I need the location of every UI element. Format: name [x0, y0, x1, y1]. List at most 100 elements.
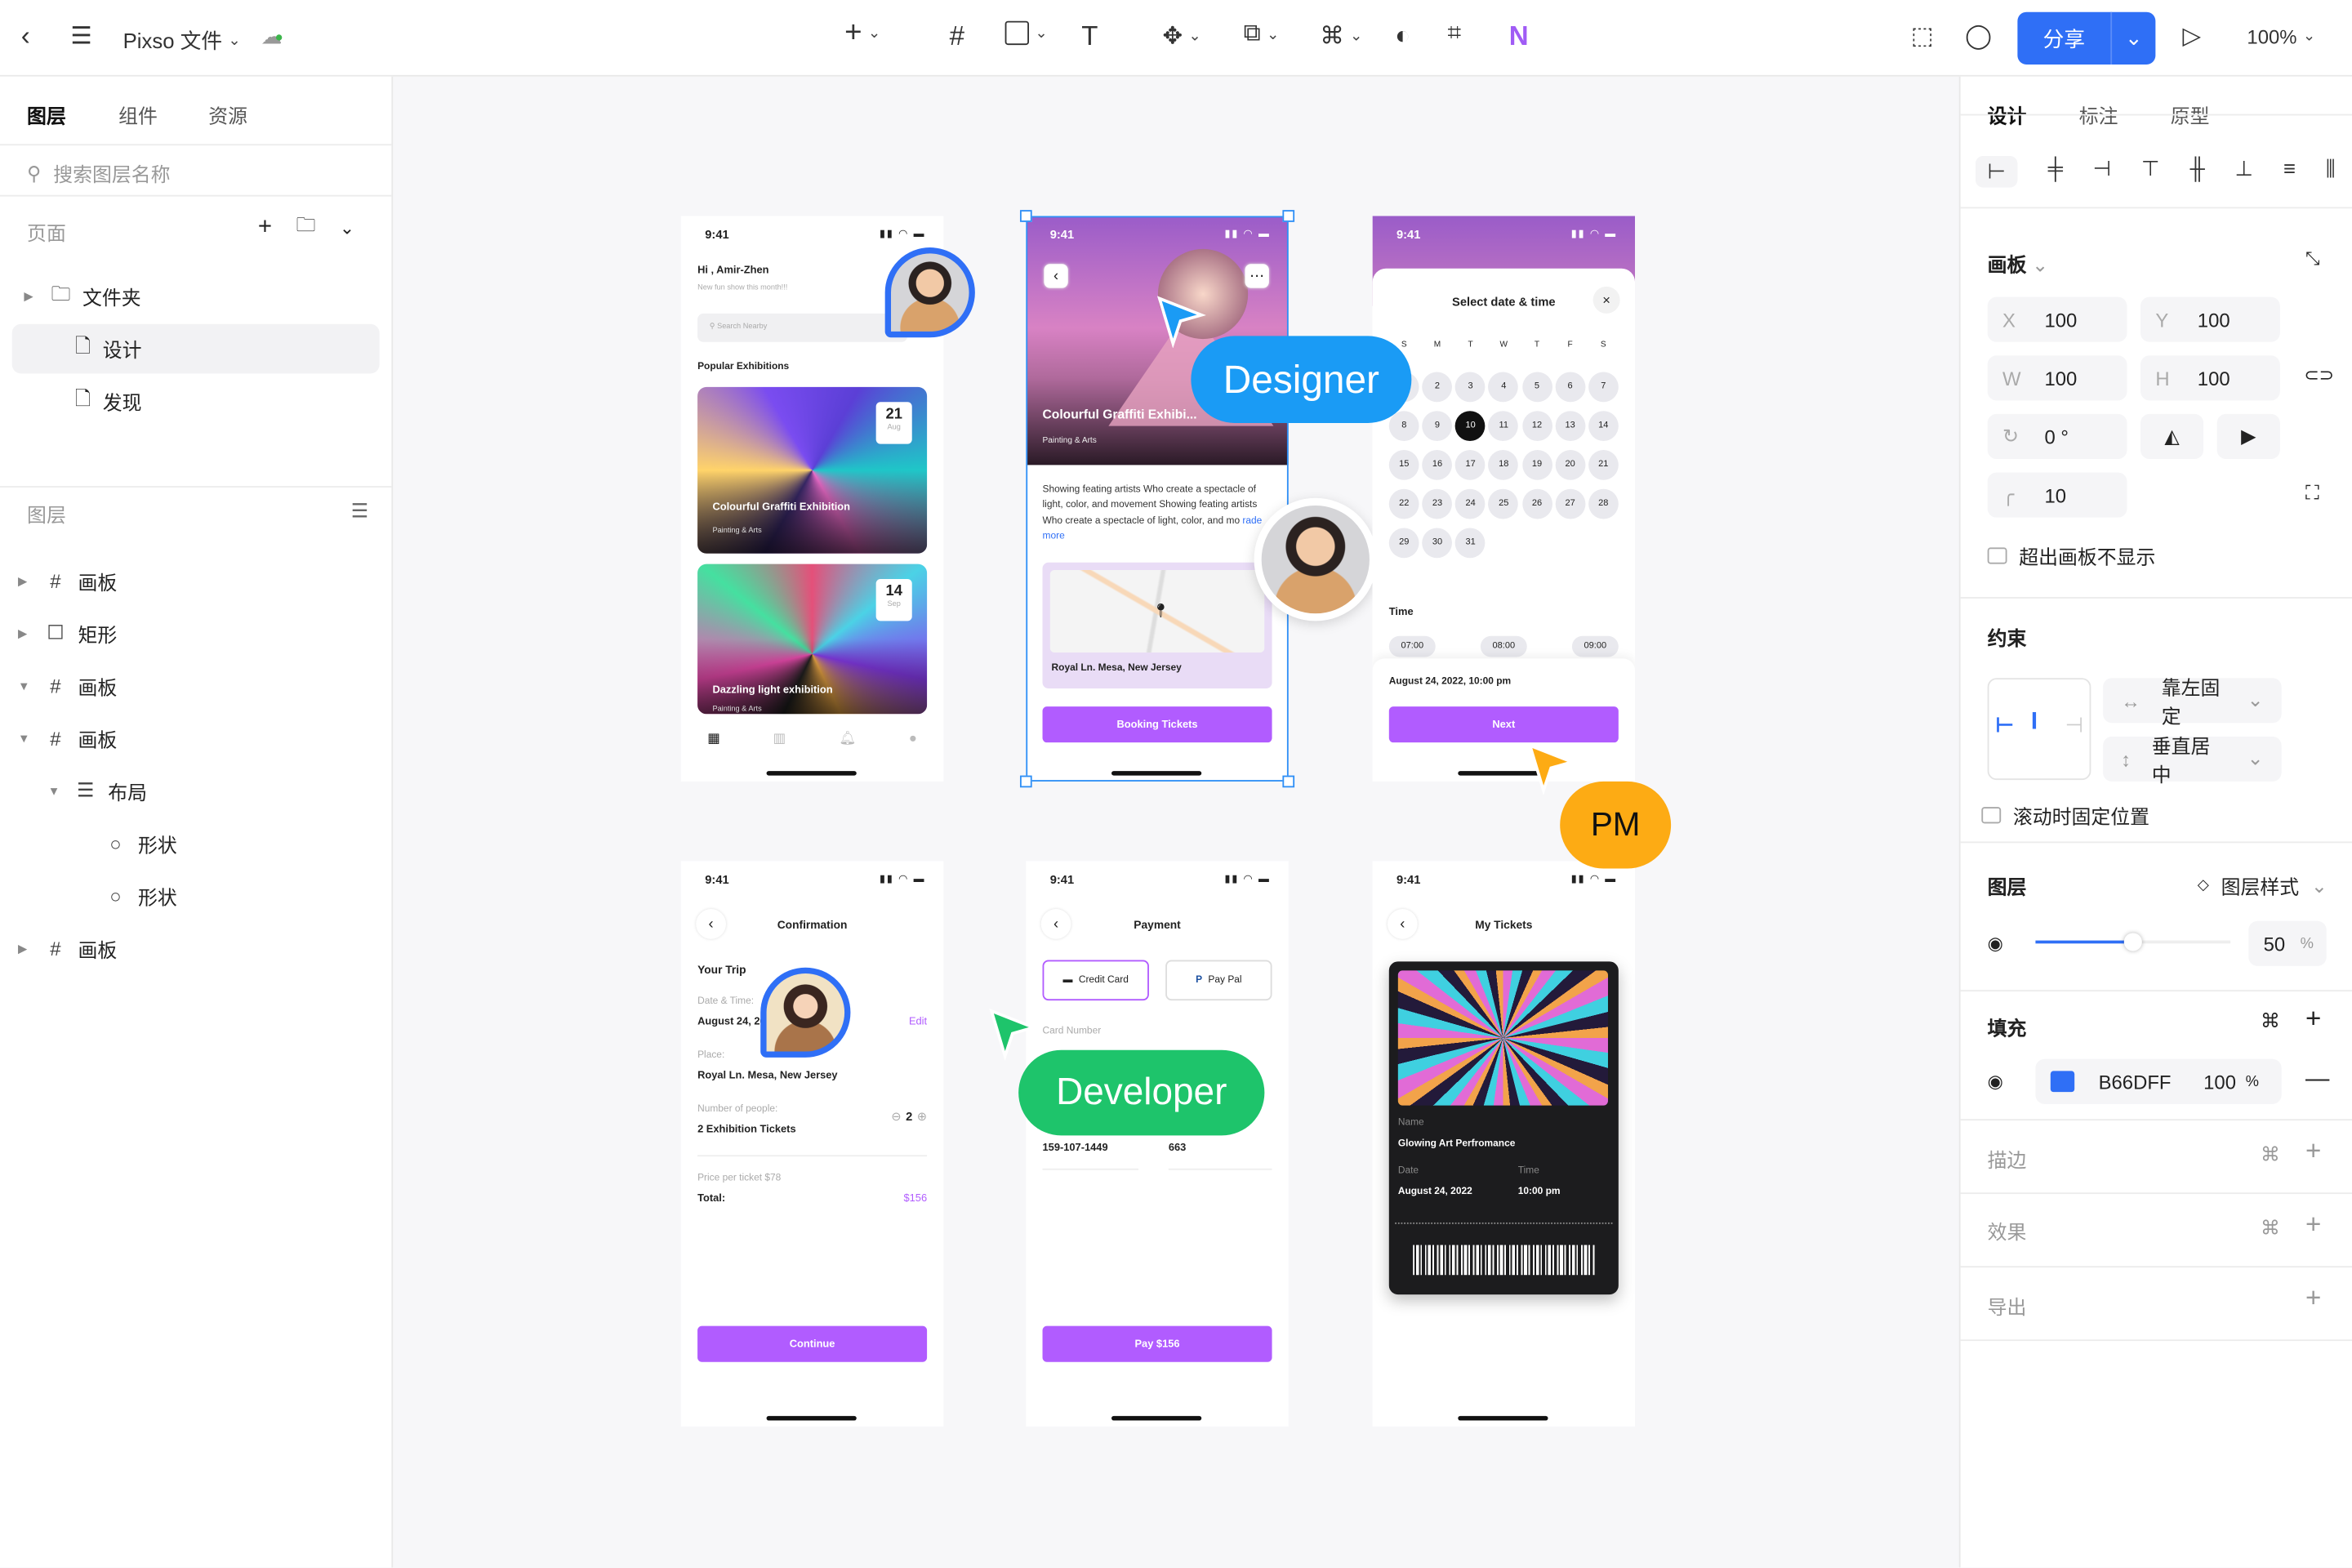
zoom-dropdown[interactable]: 100% ⌄: [2247, 25, 2315, 48]
file-name-dropdown[interactable]: Pixso 文件 ⌄: [123, 25, 241, 56]
calendar-day[interactable]: 10: [1455, 411, 1486, 441]
back-button[interactable]: ‹: [1044, 264, 1068, 288]
layer-item[interactable]: ▶ ☐ 矩形: [18, 617, 117, 649]
opacity-slider[interactable]: [2035, 933, 2231, 951]
page-item[interactable]: 🗋 设计: [11, 323, 380, 374]
exhibition-card[interactable]: 14 Sep Dazzling light exhibition Painting…: [697, 564, 928, 715]
calendar-day[interactable]: 5: [1521, 372, 1552, 403]
calendar-day[interactable]: 20: [1555, 450, 1585, 480]
present-play-icon[interactable]: ▷: [2182, 21, 2201, 51]
vertical-constraint-select[interactable]: ↕ 垂直居中 ⌄: [2103, 735, 2282, 786]
corner-radius-field[interactable]: ╭ 10: [1987, 472, 2127, 518]
stroke-styles-icon[interactable]: ⌘: [2261, 1143, 2280, 1167]
artboard-payment[interactable]: 9:41 ▮▮ ◠ ▬ ‹ Payment ▬ Credit Card P Pay P…: [1026, 861, 1289, 1427]
collapse-arrow-icon[interactable]: ▼: [18, 731, 33, 745]
add-effect-icon[interactable]: +: [2305, 1209, 2321, 1241]
add-page-icon[interactable]: +: [258, 215, 272, 242]
calendar-day[interactable]: 18: [1488, 450, 1519, 480]
location-card[interactable]: 📍︎ Royal Ln. Mesa, New Jersey: [1042, 562, 1272, 689]
rectangle-tool-icon[interactable]: ⌄: [1004, 20, 1048, 46]
resize-handle[interactable]: [1019, 210, 1032, 222]
calendar-day[interactable]: 23: [1422, 488, 1453, 519]
resize-handle[interactable]: [1019, 775, 1032, 788]
frame-tool-icon[interactable]: #: [950, 21, 964, 53]
checkbox[interactable]: [1981, 807, 2002, 824]
layer-item[interactable]: ▶ # 画板: [18, 564, 117, 597]
opacity-field[interactable]: 50%: [2248, 920, 2327, 966]
layer-style-dropdown[interactable]: ◇ 图层样式 ⌄: [2198, 871, 2328, 900]
flip-vertical-icon[interactable]: ▶: [2216, 413, 2280, 460]
x-field[interactable]: X 100: [1987, 296, 2127, 342]
plugin-icon[interactable]: ⬚: [1911, 21, 1934, 51]
page-item[interactable]: 🗋 发现: [12, 376, 380, 426]
calendar-day[interactable]: 27: [1555, 488, 1585, 519]
component-tool-icon[interactable]: ✥ ⌄: [1162, 21, 1200, 51]
crop-icon[interactable]: ⌗: [1447, 21, 1461, 48]
share-button[interactable]: 分享 ⌄: [2017, 11, 2156, 65]
vector-network-icon[interactable]: ⌘ ⌄: [1320, 21, 1362, 51]
fill-visibility-eye-icon[interactable]: ◉: [1988, 1071, 2003, 1092]
calendar-day[interactable]: 21: [1588, 450, 1619, 480]
share-dropdown-icon[interactable]: ⌄: [2110, 11, 2155, 65]
calendar-day[interactable]: 8: [1388, 411, 1419, 441]
layer-item[interactable]: ○ 形状: [78, 826, 177, 859]
continue-button[interactable]: Continue: [697, 1325, 928, 1362]
calendar-day[interactable]: 4: [1488, 372, 1519, 403]
fix-on-scroll-checkbox[interactable]: 滚动时固定位置: [1981, 801, 2149, 830]
time-option[interactable]: 08:00: [1480, 635, 1527, 657]
calendar-day[interactable]: 30: [1422, 528, 1453, 559]
layer-item[interactable]: ▼ # 画板: [18, 721, 117, 754]
calendar-day[interactable]: 11: [1488, 411, 1519, 441]
expand-arrow-icon[interactable]: ▶: [18, 574, 33, 588]
calendar-day[interactable]: 9: [1422, 411, 1453, 441]
paypal-option[interactable]: P Pay Pal: [1165, 960, 1272, 1001]
align-top-icon[interactable]: ⊤: [2141, 156, 2159, 188]
resize-handle[interactable]: [1282, 210, 1295, 222]
collapse-arrow-icon[interactable]: ▼: [18, 679, 33, 693]
checkbox[interactable]: [1987, 547, 2007, 564]
add-export-icon[interactable]: +: [2305, 1282, 2321, 1314]
text-tool-icon[interactable]: T: [1081, 21, 1098, 53]
calendar-day[interactable]: 12: [1521, 411, 1552, 441]
frame-section-title[interactable]: 画板 ⌄: [1988, 249, 2048, 278]
height-field[interactable]: H 100: [2140, 355, 2280, 401]
calendar-day[interactable]: 31: [1455, 528, 1486, 559]
collapse-arrow-icon[interactable]: ▼: [48, 784, 63, 798]
page-item[interactable]: ▶ 🗀 文件夹: [12, 271, 380, 321]
rotation-field[interactable]: ↻ 0 °: [1987, 413, 2127, 460]
calendar-day[interactable]: 25: [1488, 488, 1519, 519]
tab-assets[interactable]: 资源: [208, 100, 247, 129]
horizontal-constraint-select[interactable]: ↔ 靠左固定 ⌄: [2103, 676, 2282, 728]
calendar-day[interactable]: 28: [1588, 488, 1619, 519]
distribute-vertical-icon[interactable]: ≡: [2283, 156, 2296, 188]
calendar-day[interactable]: 14: [1588, 411, 1619, 441]
expand-arrow-icon[interactable]: ▶: [18, 626, 33, 640]
independent-corners-icon[interactable]: ⛶: [2305, 482, 2319, 506]
exhibition-card[interactable]: 21 Aug Colourful Graffiti Exhibition Pain…: [697, 386, 928, 554]
fill-row[interactable]: B66DFF 100%: [2035, 1058, 2282, 1104]
fill-color-swatch[interactable]: [2050, 1071, 2075, 1093]
calendar-day[interactable]: 24: [1455, 488, 1486, 519]
width-field[interactable]: W 100: [1987, 355, 2127, 401]
distribute-horizontal-icon[interactable]: ⫼: [2326, 156, 2336, 188]
calendar-day[interactable]: 15: [1388, 450, 1419, 480]
next-button[interactable]: Next: [1388, 706, 1619, 743]
resize-handle[interactable]: [1282, 775, 1295, 788]
decrement-icon[interactable]: ⊖: [891, 1110, 901, 1124]
align-bottom-icon[interactable]: ⊥: [2235, 156, 2253, 188]
artboard-date-picker[interactable]: 9:41 ▮▮ ◠ ▬ Select date & time × SMTWTFS …: [1372, 216, 1636, 782]
collapse-pages-icon[interactable]: ⌄: [340, 217, 354, 238]
layer-item[interactable]: ▶ # 画板: [18, 932, 117, 964]
increment-icon[interactable]: ⊕: [917, 1110, 927, 1124]
flip-horizontal-icon[interactable]: ◭: [2140, 413, 2204, 460]
credit-card-option[interactable]: ▬ Credit Card: [1042, 960, 1149, 1001]
add-folder-icon[interactable]: 🗀: [296, 212, 315, 244]
layer-search-input[interactable]: ⚲ 搜索图层名称: [27, 159, 170, 188]
artboard-my-tickets[interactable]: 9:41 ▮▮ ◠ ▬ ‹ My Tickets Name Glowing Art…: [1372, 861, 1636, 1427]
constraint-widget[interactable]: ⊢ I ⊣: [1987, 678, 2091, 781]
menu-icon[interactable]: ☰: [70, 21, 91, 51]
expand-arrow-icon[interactable]: ▶: [18, 942, 33, 956]
tab-profile-icon[interactable]: ●: [909, 730, 917, 781]
layer-item[interactable]: ○ 形状: [78, 879, 177, 911]
clip-content-checkbox[interactable]: 超出画板不显示: [1987, 541, 2155, 570]
